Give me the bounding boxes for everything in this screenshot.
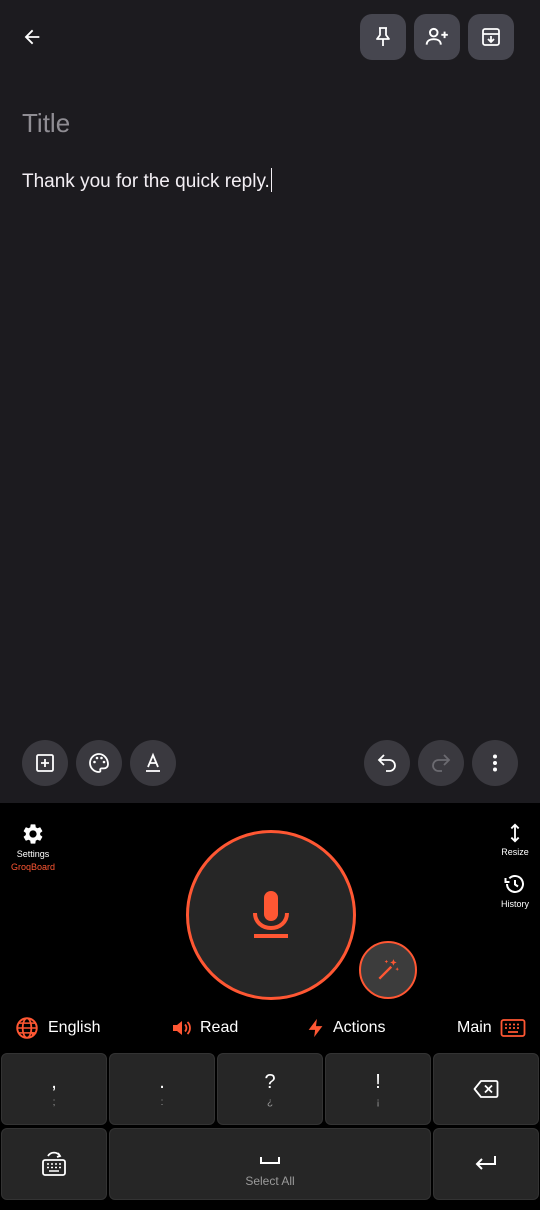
key-comma[interactable]: , ; (1, 1053, 107, 1125)
speaker-icon (173, 1021, 191, 1035)
title-field[interactable]: Title (22, 108, 70, 139)
read-aloud-button[interactable]: Read (170, 1014, 238, 1042)
gear-icon (23, 824, 43, 844)
space-key-hint: Select All (245, 1174, 295, 1188)
actions-button[interactable]: Actions (305, 1014, 385, 1042)
palette-icon (89, 753, 109, 773)
archive-button[interactable] (468, 14, 514, 60)
enter-icon (475, 1156, 496, 1170)
history-button[interactable]: History (495, 872, 535, 909)
space-key[interactable]: Select All (109, 1128, 431, 1200)
brand-label: GroqBoard (10, 862, 56, 872)
space-bar-icon (260, 1157, 280, 1164)
key-main-char: . (159, 1070, 165, 1093)
backspace-key[interactable] (433, 1053, 539, 1125)
actions-label: Actions (333, 1019, 386, 1036)
language-label: English (48, 1019, 101, 1036)
read-label: Read (200, 1019, 239, 1036)
resize-button[interactable]: Resize (495, 822, 535, 857)
backspace-icon (473, 1080, 499, 1098)
more-vert-icon (493, 754, 497, 772)
magic-rewrite-button[interactable] (359, 941, 417, 999)
add-content-button[interactable] (22, 740, 68, 786)
redo-button[interactable] (418, 740, 464, 786)
resize-vertical-icon (510, 823, 520, 843)
undo-icon (377, 754, 396, 772)
redo-icon (432, 754, 451, 772)
add-box-icon (36, 754, 54, 772)
keyboard-switch-icon (42, 1151, 66, 1176)
resize-label: Resize (501, 847, 529, 857)
text-format-button[interactable] (130, 740, 176, 786)
undo-button[interactable] (364, 740, 410, 786)
key-main-char: ? (264, 1070, 276, 1093)
back-button[interactable] (12, 17, 52, 57)
key-question-mark[interactable]: ? ¿ (217, 1053, 323, 1125)
archive-icon (482, 28, 500, 46)
add-collaborator-button[interactable] (414, 14, 460, 60)
note-body-field[interactable]: Thank you for the quick reply. (22, 168, 273, 193)
main-keyboard-button[interactable]: Main (457, 1014, 526, 1042)
person-add-icon (425, 27, 448, 45)
key-alt-char: : (160, 1096, 164, 1108)
key-alt-char: ; (52, 1096, 56, 1108)
keyboard-icon (500, 1019, 526, 1037)
settings-label: Settings (16, 849, 50, 859)
switch-keyboard-key[interactable] (1, 1128, 107, 1200)
more-options-button[interactable] (472, 740, 518, 786)
key-period[interactable]: . : (109, 1053, 215, 1125)
text-cursor (270, 168, 273, 192)
background-color-button[interactable] (76, 740, 122, 786)
magic-wand-icon (378, 959, 400, 980)
enter-key[interactable] (433, 1128, 539, 1200)
pin-button[interactable] (360, 14, 406, 60)
main-label: Main (457, 1019, 492, 1036)
key-alt-char: ¡ (376, 1096, 380, 1108)
key-main-char: , (51, 1070, 57, 1093)
voice-record-button[interactable] (186, 830, 356, 1000)
history-icon (504, 875, 524, 893)
key-alt-char: ¿ (266, 1096, 274, 1108)
key-exclamation[interactable]: ! ¡ (325, 1053, 431, 1125)
history-label: History (500, 899, 529, 909)
lightning-icon (308, 1018, 323, 1038)
microphone-icon (253, 891, 289, 938)
pin-icon (376, 27, 390, 46)
text-format-icon (146, 752, 160, 772)
settings-button[interactable]: Settings GroqBoard (8, 822, 58, 872)
note-body-text: Thank you for the quick reply. (22, 171, 270, 192)
globe-icon (16, 1017, 38, 1039)
language-button[interactable]: English (14, 1014, 100, 1042)
key-main-char: ! (375, 1070, 381, 1093)
arrow-back-icon (24, 29, 40, 45)
note-editor: Title Thank you for the quick reply. (0, 0, 540, 803)
